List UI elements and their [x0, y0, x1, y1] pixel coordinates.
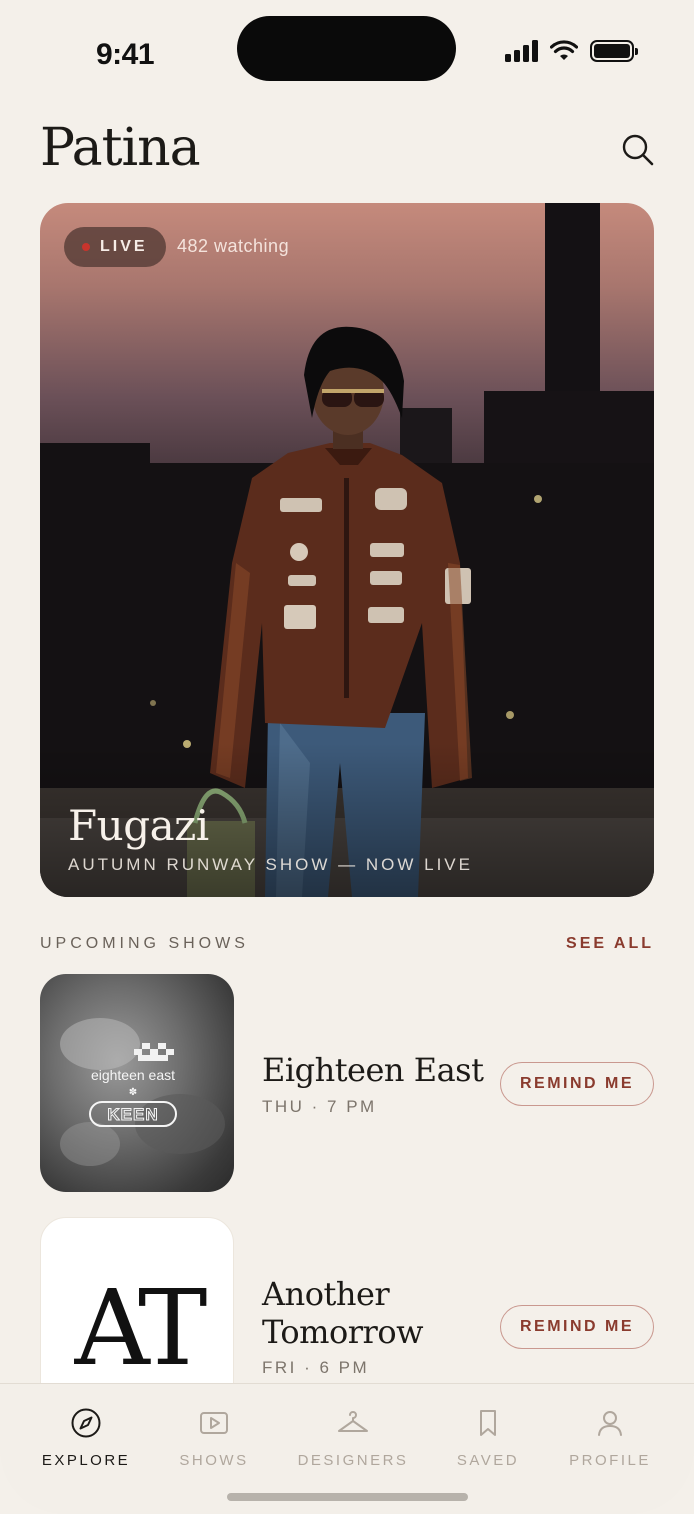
phone-screen: 9:41 Patina LIVE 482 watching Fugazi AUT… — [0, 0, 694, 1514]
tab-shows[interactable]: SHOWS — [154, 1406, 274, 1469]
remind-me-button[interactable]: REMIND ME — [500, 1062, 654, 1106]
eighteen-east-keen-logo: eighteen east ✽ KEEN — [60, 1018, 225, 1166]
tab-saved[interactable]: SAVED — [428, 1406, 548, 1469]
show-time: FRI · 6 PM — [262, 1358, 370, 1377]
search-button[interactable] — [618, 130, 658, 170]
logo-text-eighteen-east: eighteen east — [91, 1067, 175, 1083]
live-show-subtitle: AUTUMN RUNWAY SHOW — NOW LIVE — [68, 855, 473, 874]
search-icon — [622, 134, 654, 166]
home-indicator[interactable] — [227, 1493, 468, 1501]
logo-text-keen: KEEN — [107, 1105, 158, 1124]
another-tomorrow-logo: AT — [74, 1267, 208, 1389]
hanger-icon — [338, 1411, 368, 1432]
show-time: THU · 7 PM — [262, 1097, 377, 1116]
viewer-count: 482 watching — [177, 236, 290, 256]
section-title-upcoming: UPCOMING SHOWS — [40, 935, 249, 952]
dynamic-island — [237, 16, 456, 81]
tab-designers[interactable]: DESIGNERS — [293, 1406, 413, 1469]
app-title: Patina — [40, 118, 201, 178]
live-badge: LIVE — [64, 227, 166, 267]
battery-icon — [590, 40, 638, 62]
tab-label: EXPLORE — [41, 1452, 131, 1469]
see-all-link[interactable]: SEE ALL — [566, 935, 654, 953]
play-icon — [200, 1412, 228, 1434]
user-icon — [598, 1411, 622, 1436]
status-time: 9:41 — [96, 38, 155, 71]
show-name[interactable]: Eighteen East — [262, 1051, 484, 1089]
tab-label: SHOWS — [179, 1452, 249, 1469]
svg-text:✽: ✽ — [129, 1087, 137, 1098]
remind-me-button[interactable]: REMIND ME — [500, 1305, 654, 1349]
runway-photo — [40, 203, 654, 897]
show-name-line-2[interactable]: Tomorrow — [262, 1313, 423, 1351]
wifi-icon — [550, 40, 578, 60]
cellular-signal-icon — [505, 40, 538, 62]
live-dot-icon — [82, 243, 90, 251]
show-name-line-1[interactable]: Another — [262, 1275, 390, 1313]
tab-label: SAVED — [456, 1452, 520, 1469]
show-thumbnail[interactable]: eighteen east ✽ KEEN — [40, 974, 234, 1192]
tab-label: PROFILE — [569, 1452, 651, 1469]
live-label: LIVE — [100, 238, 148, 255]
tab-explore[interactable]: EXPLORE — [26, 1406, 146, 1469]
tab-label: DESIGNERS — [297, 1452, 409, 1469]
status-icons — [505, 40, 638, 62]
compass-icon — [71, 1408, 101, 1438]
bookmark-icon — [480, 1410, 496, 1436]
live-show-card[interactable]: LIVE 482 watching Fugazi AUTUMN RUNWAY S… — [40, 203, 654, 897]
tab-profile[interactable]: PROFILE — [550, 1406, 670, 1469]
live-show-title: Fugazi — [68, 801, 209, 850]
